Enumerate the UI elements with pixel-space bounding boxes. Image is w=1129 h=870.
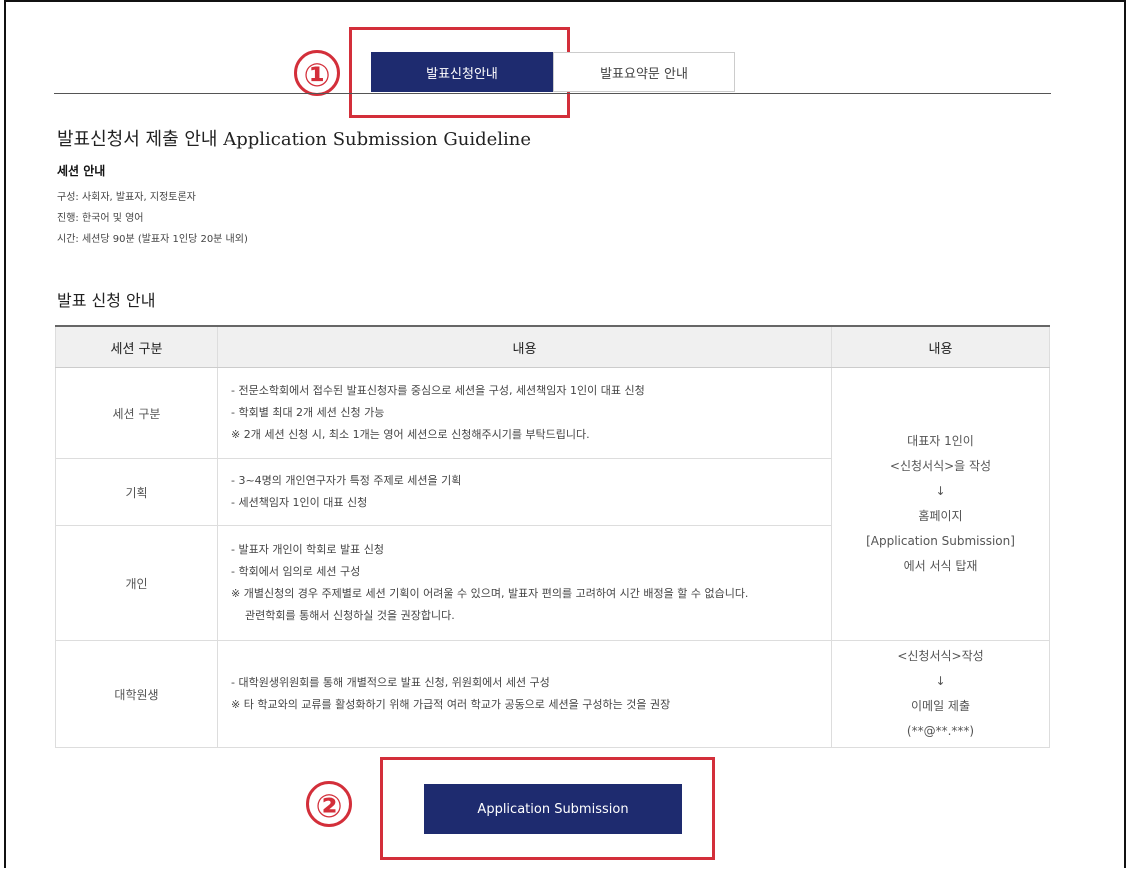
arrow-down-icon: ↓ (935, 674, 946, 688)
row-category: 대학원생 (55, 640, 218, 748)
row-description: - 대학원생위원회를 통해 개별적으로 발표 신청, 위원회에서 세션 구성 ※… (217, 640, 832, 748)
description-line: ※ 타 학교와의 교류를 활성화하기 위해 가급적 여러 학교가 공동으로 세션… (231, 698, 671, 711)
session-info-line: 구성: 사회자, 발표자, 지정토론자 (57, 192, 196, 203)
column-header-content: 내용 (217, 325, 832, 368)
annotation-number-2: ② (306, 781, 352, 827)
description-line: - 세션책임자 1인이 대표 신청 (231, 496, 368, 509)
table-row: 세션 구분 - 전문소학회에서 접수된 발표신청자를 중심으로 세션을 구성, … (55, 367, 1050, 641)
description-line: - 학회에서 임의로 세션 구성 (231, 565, 361, 578)
row-category: 세션 구분 (55, 367, 218, 459)
description-line: ※ 2개 세션 신청 시, 최소 1개는 영어 세션으로 신청해주시기를 부탁드… (231, 428, 590, 441)
page-title: 발표신청서 제출 안내 Application Submission Guide… (57, 129, 532, 150)
row-description: - 전문소학회에서 접수된 발표신청자를 중심으로 세션을 구성, 세션책임자 … (217, 367, 832, 459)
section-title: 발표 신청 안내 (57, 291, 156, 310)
process-email-submission: <신청서식>작성 ↓ 이메일 제출 (**@**.***) (831, 640, 1050, 748)
row-description: - 3~4명의 개인연구자가 특정 주제로 세션을 기획 - 세션책임자 1인이… (217, 458, 832, 526)
tab-divider (54, 93, 1051, 94)
description-line: - 대학원생위원회를 통해 개별적으로 발표 신청, 위원회에서 세션 구성 (231, 676, 550, 689)
description-line: - 학회별 최대 2개 세션 신청 가능 (231, 406, 385, 419)
description-line: - 전문소학회에서 접수된 발표신청자를 중심으로 세션을 구성, 세션책임자 … (231, 384, 645, 397)
description-line: - 3~4명의 개인연구자가 특정 주제로 세션을 기획 (231, 474, 462, 487)
arrow-down-icon: ↓ (935, 484, 946, 498)
process-line: (**@**.***) (906, 724, 975, 738)
table-header-row: 세션 구분 내용 내용 (55, 325, 1050, 368)
table-row: 대학원생 - 대학원생위원회를 통해 개별적으로 발표 신청, 위원회에서 세션… (55, 640, 1050, 748)
process-line: 대표자 1인이 (907, 434, 974, 448)
row-description: - 발표자 개인이 학회로 발표 신청 - 학회에서 임의로 세션 구성 ※ 개… (217, 525, 832, 641)
tab-presentation-application[interactable]: 발표신청안내 (371, 52, 553, 92)
process-line: <신청서식>을 작성 (889, 459, 992, 473)
row-category: 기획 (55, 458, 218, 526)
application-submission-button[interactable]: Application Submission (424, 784, 682, 834)
session-info-line: 진행: 한국어 및 영어 (57, 213, 144, 224)
process-online-submission: 대표자 1인이 <신청서식>을 작성 ↓ 홈페이지 [Application S… (831, 367, 1050, 641)
annotation-number-1: ① (294, 50, 340, 96)
description-line: - 발표자 개인이 학회로 발표 신청 (231, 543, 385, 556)
description-line: 관련학회를 통해서 신청하실 것을 권장합니다. (245, 609, 455, 622)
column-header-process: 내용 (831, 325, 1050, 368)
tab-abstract-guide[interactable]: 발표요약문 안내 (553, 52, 735, 92)
row-category: 개인 (55, 525, 218, 641)
process-line: 홈페이지 (918, 509, 963, 523)
description-line: ※ 개별신청의 경우 주제별로 세션 기획이 어려울 수 있으며, 발표자 편의… (231, 587, 749, 600)
process-line: <신청서식>작성 (897, 649, 984, 663)
process-line: 에서 서식 탑재 (903, 559, 978, 573)
session-info-line: 시간: 세션당 90분 (발표자 1인당 20분 내외) (57, 234, 248, 245)
application-guide-table: 세션 구분 내용 내용 세션 구분 - 전문소학회에서 접수된 발표신청자를 중… (55, 325, 1050, 748)
process-line: 이메일 제출 (910, 699, 970, 713)
session-info-title: 세션 안내 (57, 164, 106, 178)
column-header-session-type: 세션 구분 (55, 325, 218, 368)
process-line: [Application Submission] (866, 534, 1015, 548)
